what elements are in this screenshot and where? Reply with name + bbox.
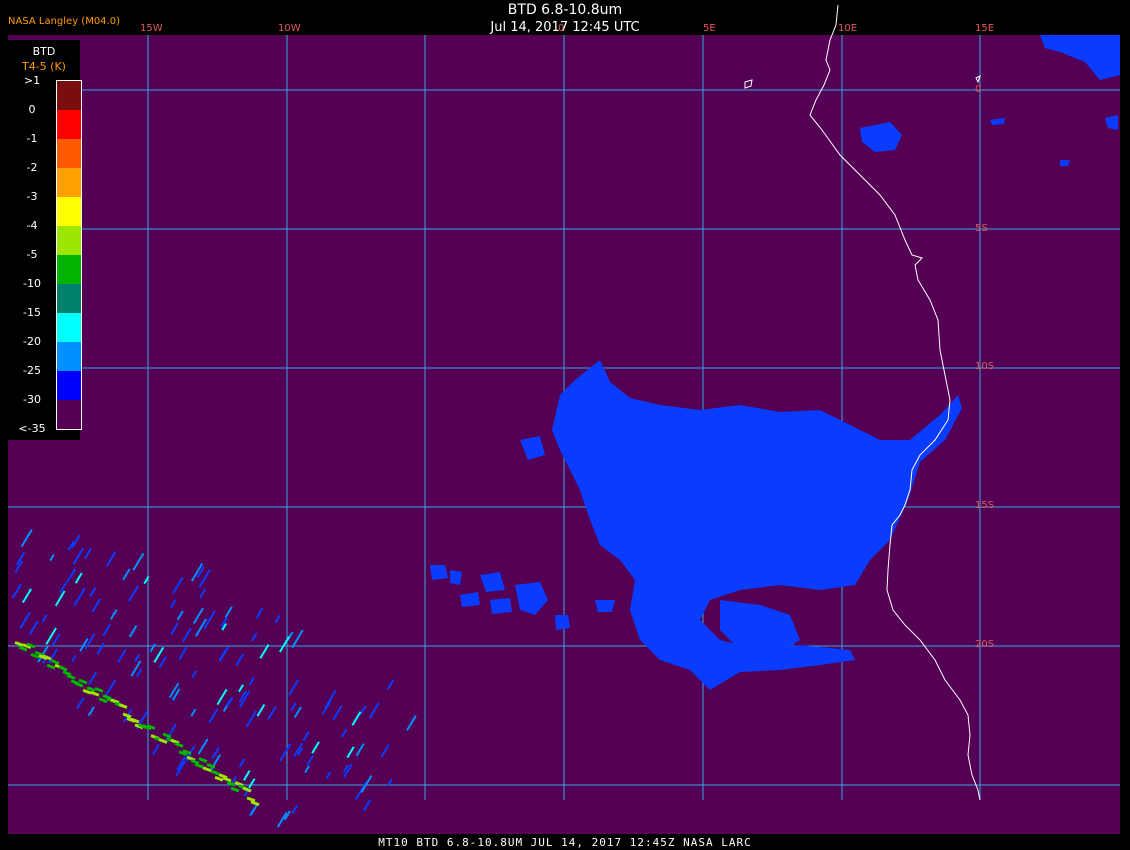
color-legend: BTD T4-5 (K) >1 0 -1 -2 -3 -4 -5 -10 -15 -20 -25 -3… — [8, 40, 82, 440]
legend-label: -1 — [26, 132, 38, 145]
legend-label: <-35 — [18, 422, 46, 435]
lat-label: 0 — [975, 84, 982, 95]
lat-label: 10S — [975, 361, 995, 372]
lon-label: 15E — [975, 23, 995, 34]
cloud-patch — [450, 570, 462, 585]
legend-label: -20 — [23, 335, 41, 348]
lon-label: 10E — [838, 23, 858, 34]
lat-label: 5S — [975, 223, 988, 234]
legend-swatch — [57, 168, 81, 197]
legend-swatch — [57, 226, 81, 255]
legend-label: -15 — [23, 306, 41, 319]
legend-swatch — [57, 342, 81, 371]
legend-swatch — [57, 284, 81, 313]
legend-label: -25 — [23, 364, 41, 377]
legend-swatch — [57, 255, 81, 284]
legend-label: -5 — [26, 248, 38, 261]
legend-colorbar — [56, 80, 82, 430]
map-date: Jul 14, 2017 12:45 UTC — [490, 20, 640, 35]
legend-swatch — [57, 110, 81, 139]
cloud-patch — [555, 615, 570, 630]
satellite-map — [8, 4, 1120, 834]
legend-swatch — [57, 371, 81, 400]
lon-label: 5E — [703, 23, 716, 34]
legend-label: -10 — [23, 277, 41, 290]
legend-label: 0 — [28, 103, 36, 116]
legend-swatch — [57, 81, 81, 110]
legend-label: -3 — [26, 190, 38, 203]
cloud-patch — [595, 600, 615, 612]
legend-label: >1 — [23, 74, 41, 87]
legend-swatch — [57, 197, 81, 226]
lon-label: 10W — [278, 23, 301, 34]
footer-caption: MT10 BTD 6.8-10.8UM JUL 14, 2017 12:45Z … — [378, 836, 752, 849]
cloud-patch — [430, 565, 448, 580]
legend-swatch — [57, 139, 81, 168]
legend-swatch — [57, 400, 81, 429]
legend-swatch — [57, 313, 81, 342]
lon-label: 15W — [140, 23, 163, 34]
map-title: BTD 6.8-10.8um — [507, 2, 623, 18]
lon-label: 0 — [558, 23, 565, 34]
legend-subtitle: T4-5 (K) — [22, 60, 66, 73]
legend-label: -4 — [26, 219, 38, 232]
legend-title: BTD — [32, 45, 56, 58]
lat-label: 15S — [975, 500, 995, 511]
legend-label: -2 — [26, 161, 38, 174]
legend-label: -30 — [23, 393, 41, 406]
lat-label: 20S — [975, 639, 995, 650]
cloud-patch — [490, 598, 512, 614]
